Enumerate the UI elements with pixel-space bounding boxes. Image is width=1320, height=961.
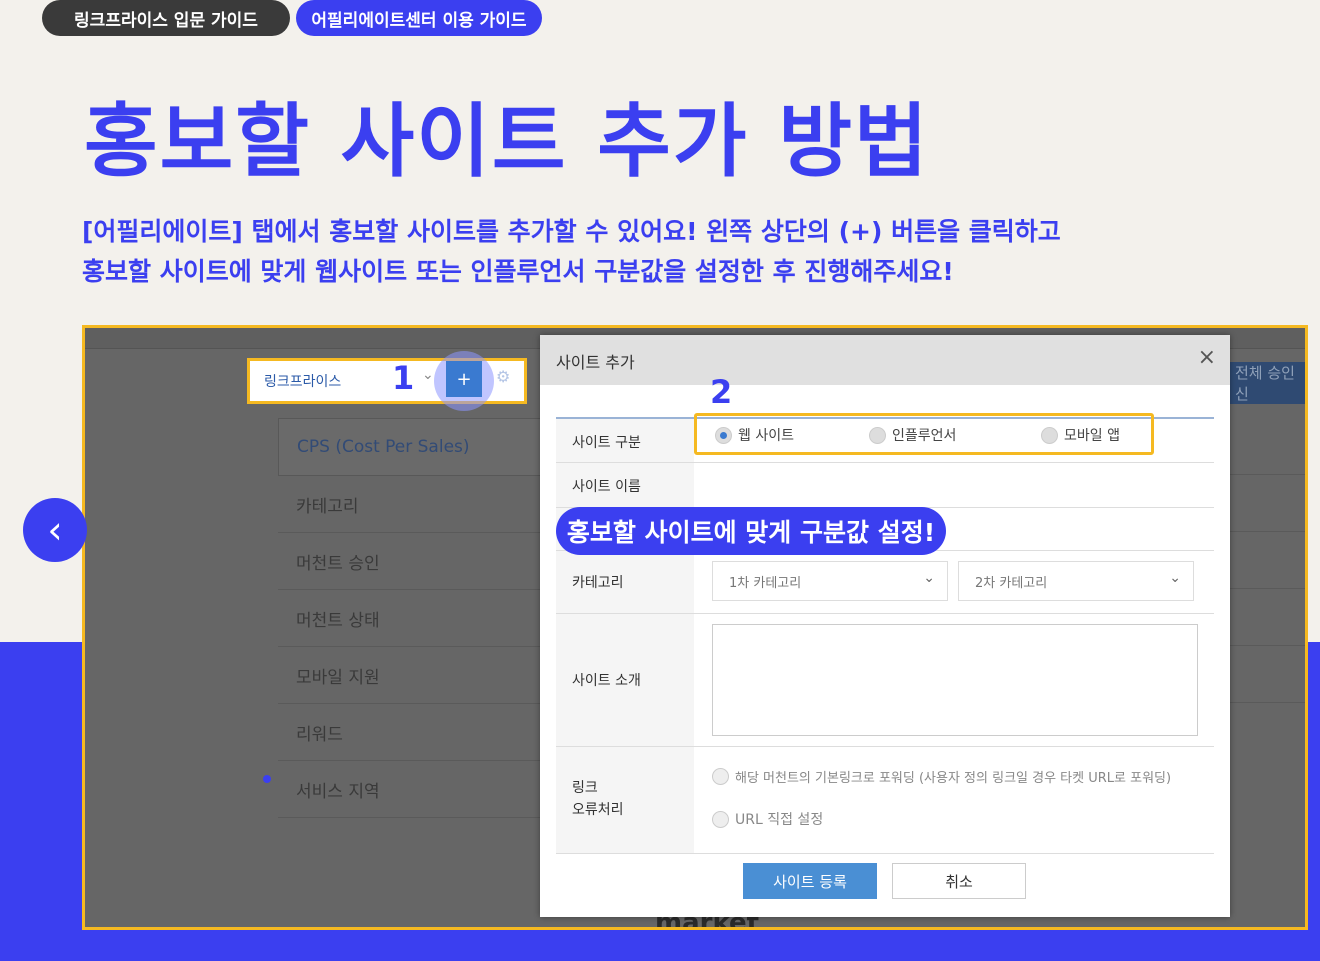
radio-direct-url[interactable]: URL 직접 설정 (712, 809, 823, 829)
radio-icon (869, 426, 886, 444)
description-line-1: [어필리에이트] 탭에서 홍보할 사이트를 추가할 수 있어요! 왼쪽 상단의 … (82, 217, 1061, 246)
tab-affiliate-center-guide[interactable]: 어필리에이트센터 이용 가이드 (296, 0, 542, 36)
page-title: 홍보할 사이트 추가 방법 (84, 95, 930, 188)
category-row: 카테고리 1차 카테고리 ⌄ 2차 카테고리 ⌄ (556, 551, 1214, 614)
chevron-down-icon: ⌄ (923, 570, 935, 586)
modal-header: 사이트 추가 × (540, 335, 1230, 385)
guide-screenshot: 링크프라이스 1 ⌄ + ⚙ CPS (Cost Per Sales) 카테고리… (82, 325, 1308, 930)
add-site-form: 사이트 구분 웹 사이트 인플루언서 모바일 앱 사이트 이름 카테고리 1차 … (556, 413, 1214, 854)
cancel-button[interactable]: 취소 (892, 863, 1026, 899)
menu-item[interactable]: 머천트 상태 (278, 590, 548, 647)
radio-website[interactable]: 웹 사이트 (715, 425, 794, 445)
close-icon[interactable]: × (1198, 345, 1216, 370)
affiliate-menu: CPS (Cost Per Sales) 카테고리 머천트 승인 머천트 상태 … (278, 418, 548, 818)
approve-all-button[interactable]: 전체 승인 신 (1229, 362, 1305, 404)
brand-selector-highlight: 링크프라이스 1 ⌄ + ⚙ (247, 351, 527, 411)
add-site-button[interactable]: + (446, 361, 482, 397)
chevron-left-icon: ‹ (47, 508, 63, 552)
site-intro-textarea[interactable] (712, 624, 1198, 736)
prev-slide-button[interactable]: ‹ (23, 498, 87, 562)
category-label: 카테고리 (572, 575, 624, 591)
category-2-select[interactable]: 2차 카테고리 ⌄ (958, 561, 1194, 601)
radio-influencer[interactable]: 인플루언서 (869, 425, 956, 445)
chevron-down-icon[interactable]: ⌄ (422, 367, 434, 383)
site-name-label: 사이트 이름 (572, 479, 641, 495)
tab-linkprice-intro-guide[interactable]: 링크프라이스 입문 가이드 (42, 0, 290, 36)
radio-icon (712, 810, 729, 828)
menu-item[interactable]: 모바일 지원 (278, 647, 548, 704)
menu-item[interactable]: 리워드 (278, 704, 548, 761)
gear-icon[interactable]: ⚙ (496, 367, 510, 386)
brand-label: 링크프라이스 (264, 374, 342, 390)
site-type-highlight: 웹 사이트 인플루언서 모바일 앱 (694, 413, 1154, 455)
radio-mobile-app[interactable]: 모바일 앱 (1041, 425, 1120, 445)
register-site-button[interactable]: 사이트 등록 (743, 863, 877, 899)
add-site-modal: 사이트 추가 × 2 사이트 구분 웹 사이트 인플루언서 모바일 앱 사이트 … (540, 335, 1230, 917)
intro-label: 사이트 소개 (572, 673, 641, 689)
radio-selected-icon (715, 426, 732, 444)
right-rows (1225, 418, 1305, 703)
menu-item[interactable]: 서비스 지역 (278, 761, 548, 818)
step-1-badge: 1 (392, 359, 415, 397)
site-type-label: 사이트 구분 (572, 435, 641, 451)
modal-title: 사이트 추가 (556, 353, 635, 372)
menu-item[interactable]: 머천트 승인 (278, 533, 548, 590)
description-line-2: 홍보할 사이트에 맞게 웹사이트 또는 인플루언서 구분값을 설정한 후 진행해… (82, 257, 954, 286)
menu-item[interactable]: CPS (Cost Per Sales) (278, 418, 548, 476)
site-type-row: 사이트 구분 웹 사이트 인플루언서 모바일 앱 (556, 413, 1214, 463)
link-error-label: 링크 오류처리 (572, 780, 624, 818)
menu-item[interactable]: 카테고리 (278, 476, 548, 533)
category-1-select[interactable]: 1차 카테고리 ⌄ (712, 561, 948, 601)
annotation-callout: 홍보할 사이트에 맞게 구분값 설정! (556, 507, 946, 555)
step-2-badge: 2 (710, 373, 733, 411)
intro-row: 사이트 소개 (556, 614, 1214, 747)
radio-icon (1041, 426, 1058, 444)
link-error-row: 링크 오류처리 해당 머천트의 기본링크로 포워딩 (사용자 정의 링크일 경우… (556, 747, 1214, 854)
radio-default-forward[interactable]: 해당 머천트의 기본링크로 포워딩 (사용자 정의 링크일 경우 타켓 URL로… (712, 767, 1171, 786)
site-name-row: 사이트 이름 (556, 463, 1214, 508)
chevron-down-icon: ⌄ (1169, 570, 1181, 586)
connector-dot (263, 775, 271, 783)
page-description: [어필리에이트] 탭에서 홍보할 사이트를 추가할 수 있어요! 왼쪽 상단의 … (82, 212, 1061, 292)
radio-icon (712, 768, 729, 785)
